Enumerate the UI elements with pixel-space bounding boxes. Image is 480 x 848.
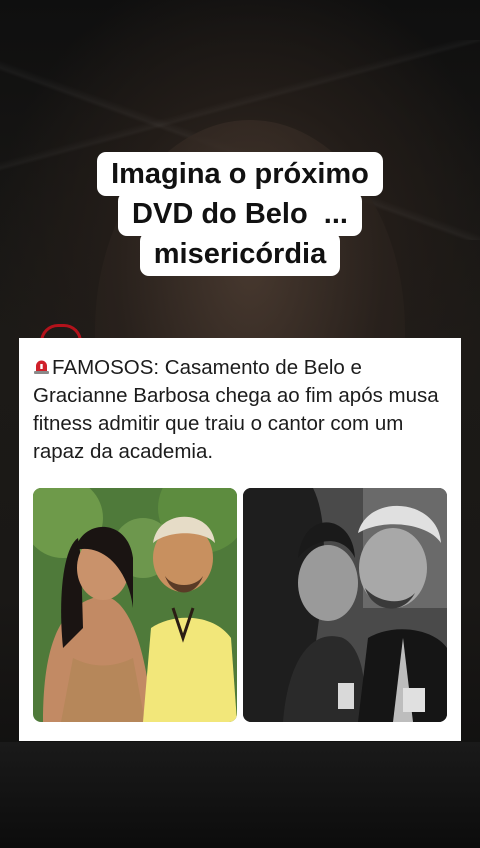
- couple-kiss-bw-photo[interactable]: [243, 488, 447, 722]
- caption-line-1: Imagina o próximo: [97, 152, 383, 196]
- couple-color-photo[interactable]: [33, 488, 237, 722]
- caption-line-3: misericórdia: [139, 232, 341, 276]
- post-headline: FAMOSOS: Casamento de Belo e Gracianne B…: [33, 354, 453, 466]
- video-caption: Imagina o próximo DVD do Belo ... miseri…: [0, 152, 480, 276]
- post-photos: [33, 488, 447, 722]
- siren-icon: [33, 355, 50, 374]
- bottom-background: [0, 742, 480, 848]
- news-post-card: FAMOSOS: Casamento de Belo e Gracianne B…: [19, 338, 461, 741]
- caption-line-2: DVD do Belo ...: [118, 192, 362, 236]
- headline-text: FAMOSOS: Casamento de Belo e Gracianne B…: [33, 356, 439, 463]
